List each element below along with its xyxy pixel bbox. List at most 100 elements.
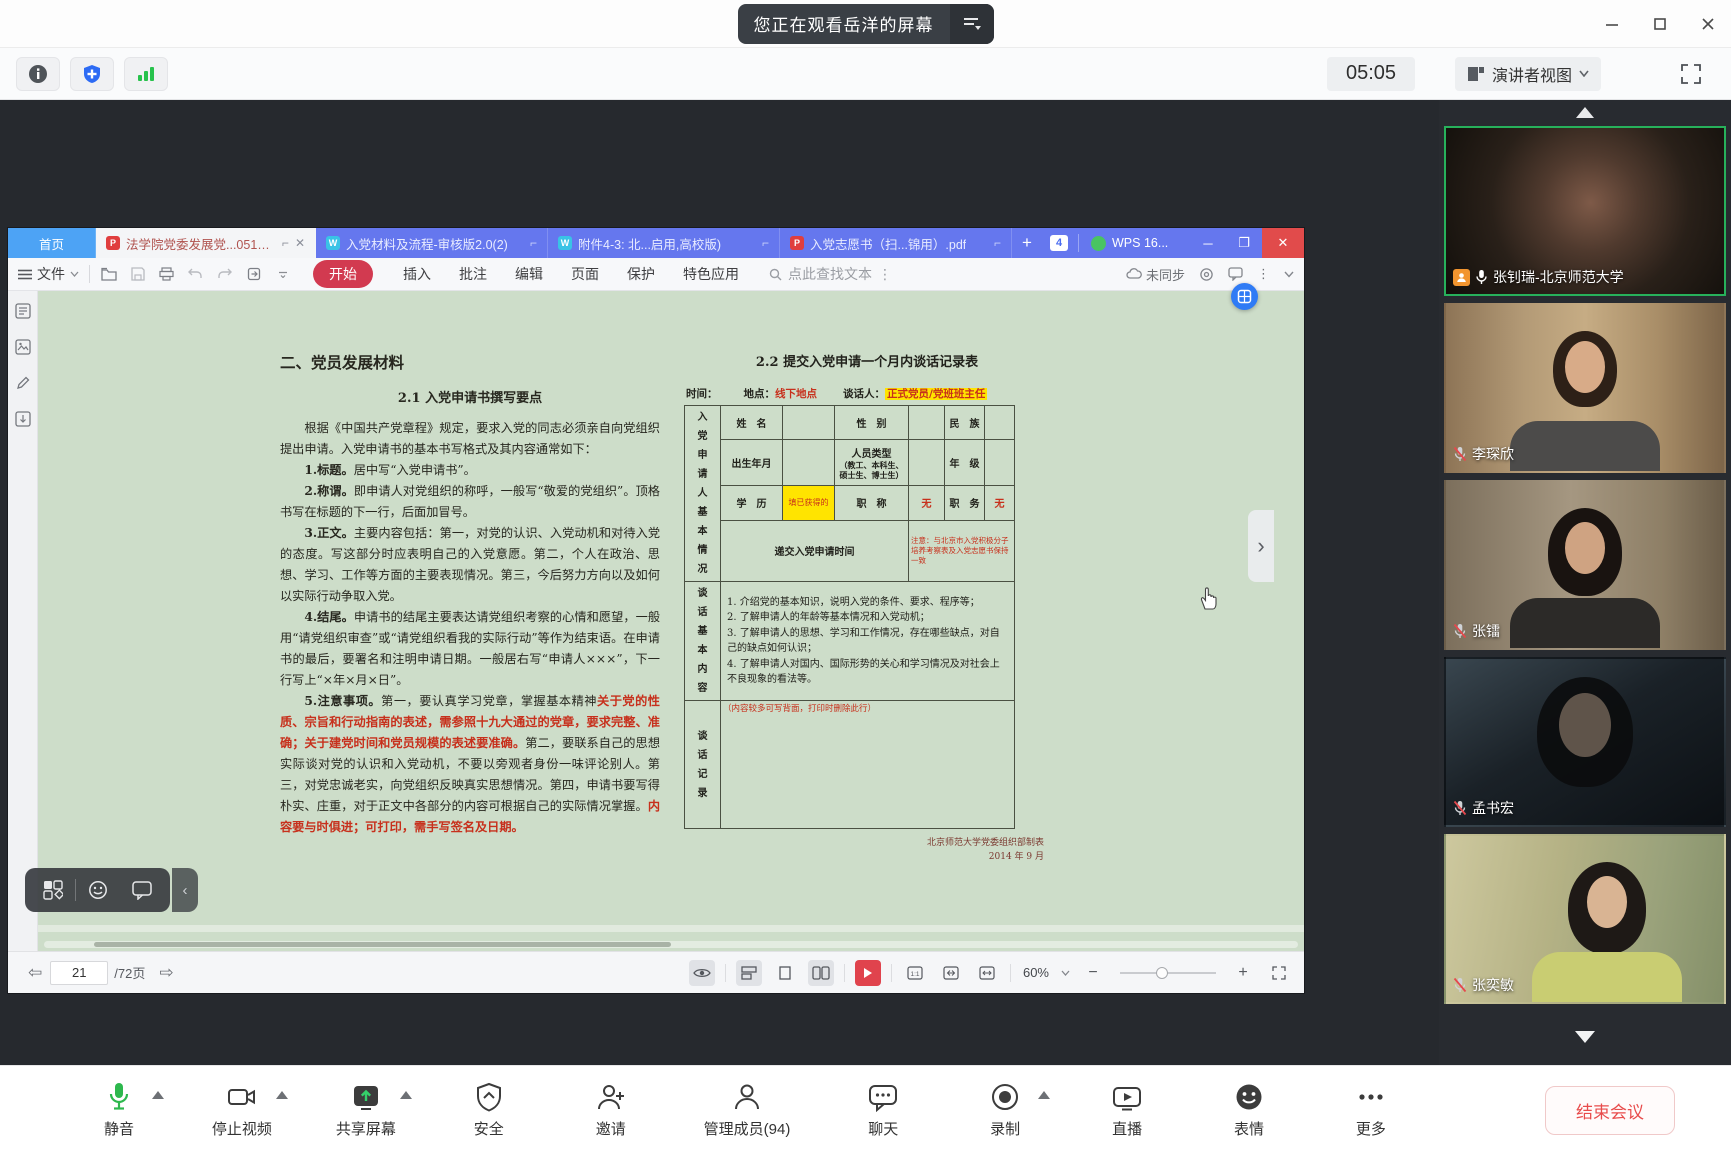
ribbon-tab-edit[interactable]: 编辑 [501,264,557,284]
new-tab-button[interactable]: + [1012,228,1042,258]
chat-bubble-icon[interactable] [120,872,164,908]
next-spread-chevron[interactable]: › [1248,510,1274,582]
settings-gear-icon[interactable] [1199,267,1214,282]
record-options-caret[interactable] [1038,1091,1050,1099]
page-number-input[interactable] [50,961,108,985]
scroll-up-icon[interactable] [1576,107,1594,118]
reading-layout-icon[interactable] [736,960,762,986]
scrollbar-thumb[interactable] [94,942,671,947]
thumbnail-panel-icon[interactable] [15,339,31,355]
ribbon-tab-protect[interactable]: 保护 [613,264,669,284]
record-button[interactable]: 录制 [976,1082,1034,1139]
sync-status[interactable]: 未同步 [1126,265,1185,284]
live-button[interactable]: 直播 [1098,1082,1156,1139]
prev-page-icon[interactable]: ⇦ [20,963,50,983]
participant-tile[interactable]: 张镭 [1444,480,1726,650]
fit-page-icon[interactable] [938,960,964,986]
fit-width-icon[interactable] [974,960,1000,986]
tab-comment-icon[interactable]: ⌐ [282,236,289,250]
end-meeting-button[interactable]: 结束会议 [1545,1086,1675,1135]
emoji-button[interactable]: 表情 [1220,1082,1278,1139]
zoom-slider-knob[interactable] [1156,967,1168,979]
ribbon-tab-start[interactable]: 开始 [313,260,373,288]
zoom-in-icon[interactable]: + [1230,960,1256,986]
wps-fullscreen-icon[interactable] [1266,960,1292,986]
toc-panel-icon[interactable] [15,303,31,319]
chat-button[interactable]: 聊天 [854,1082,912,1139]
tab-doc-active[interactable]: P 法学院党委发展党...0518.pdf ⌐ ✕ [96,228,316,258]
ribbon-tab-special[interactable]: 特色应用 [669,264,753,284]
fullscreen-button[interactable] [1673,57,1709,91]
tab-doc2[interactable]: W 入党材料及流程-审核版2.0(2) ⌐ [316,228,548,258]
undo-icon[interactable] [187,266,204,283]
horizontal-scrollbar[interactable] [44,941,1298,948]
health-shield-button[interactable] [70,57,114,91]
scroll-down-icon[interactable] [1575,1031,1595,1043]
kebab-icon[interactable]: ⋮ [878,266,893,283]
meeting-info-button[interactable] [16,57,60,91]
two-page-icon[interactable] [808,960,834,986]
wps-minimize-icon[interactable]: ─ [1190,228,1226,258]
wps-restore-icon[interactable]: ❐ [1226,228,1262,258]
print-icon[interactable] [158,266,175,283]
mic-muted-icon [1453,800,1467,816]
security-button[interactable]: 安全 [460,1082,518,1139]
participant-tile[interactable]: 张钊瑞-北京师范大学 [1444,126,1726,296]
status-right-cluster: 1:1 60% − + [689,960,1292,986]
document-canvas[interactable]: 二、党员发展材料 2.1 入党申请书撰写要点 根据《中国共产党章程》规定，要求入… [38,291,1304,951]
share-screen-button[interactable]: 共享屏幕 [336,1082,396,1139]
file-menu[interactable]: 文件 [18,264,79,284]
invite-button[interactable]: 邀请 [582,1082,640,1139]
next-page-icon[interactable]: ⇨ [151,963,181,983]
minimize-icon[interactable] [1603,15,1621,33]
find-text-box[interactable]: 点此查找文本 ⋮ [769,264,893,284]
stop-video-button[interactable]: 停止视频 [212,1082,272,1139]
emoji-reaction-icon[interactable] [76,872,120,908]
zoom-slider[interactable] [1120,972,1216,974]
ribbon-tab-insert[interactable]: 插入 [389,264,445,284]
play-presentation-icon[interactable] [855,960,881,986]
annotate-pen-icon[interactable] [15,375,31,391]
tab-close-icon[interactable]: ✕ [295,236,305,250]
ribbon-tab-comment[interactable]: 批注 [445,264,501,284]
comment-panel-icon[interactable] [1228,267,1243,281]
close-icon[interactable] [1699,15,1717,33]
tab-doc4[interactable]: P 入党志愿书（扫...锦用）.pdf ⌐ [780,228,1012,258]
banner-menu-icon[interactable] [950,4,994,44]
wps-close-icon[interactable]: ✕ [1262,228,1304,258]
participant-tile[interactable]: 孟书宏 [1444,657,1726,827]
video-options-caret[interactable] [276,1091,288,1099]
tab-doc3[interactable]: W 附件4-3: 北...启用,高校版) ⌐ [548,228,780,258]
eye-protection-icon[interactable] [689,960,715,986]
mute-button[interactable]: 静音 [90,1082,148,1139]
more-button[interactable]: 更多 [1342,1082,1400,1139]
collapse-toolbar-icon[interactable]: ‹ [172,868,198,912]
actual-size-icon[interactable]: 1:1 [902,960,928,986]
mic-options-caret[interactable] [152,1091,164,1099]
redo-icon[interactable] [216,266,233,283]
open-file-icon[interactable] [100,266,117,283]
network-quality-button[interactable] [124,57,168,91]
zoom-out-icon[interactable]: − [1080,960,1106,986]
wps-assistant-button[interactable] [1231,283,1258,310]
maximize-icon[interactable] [1651,15,1669,33]
save-icon[interactable] [129,266,146,283]
participant-tile[interactable]: 李琛欣 [1444,303,1726,473]
view-mode-selector[interactable]: 演讲者视图 [1455,57,1601,91]
doc-convert-icon[interactable] [245,266,262,283]
quickbar-dropdown-icon[interactable] [274,266,291,283]
zoom-level[interactable]: 60% [1023,965,1049,980]
collapse-ribbon-icon[interactable] [1284,271,1294,278]
record-note-red: （内容较多可写背面，打印时删除此行） [723,704,876,714]
tab-home[interactable]: 首页 [8,228,96,258]
wps-brand[interactable]: WPS 16... [1081,228,1178,258]
layout-grid-icon[interactable] [31,872,75,908]
share-options-caret[interactable] [400,1091,412,1099]
kebab-icon[interactable]: ⋮ [1257,266,1270,282]
manage-members-button[interactable]: 管理成员(94) [704,1082,791,1139]
export-panel-icon[interactable] [15,411,31,427]
single-page-icon[interactable] [772,960,798,986]
tab-count-badge[interactable]: 4 [1050,235,1068,251]
participant-tile[interactable]: 张奕敏 [1444,834,1726,1004]
ribbon-tab-page[interactable]: 页面 [557,264,613,284]
